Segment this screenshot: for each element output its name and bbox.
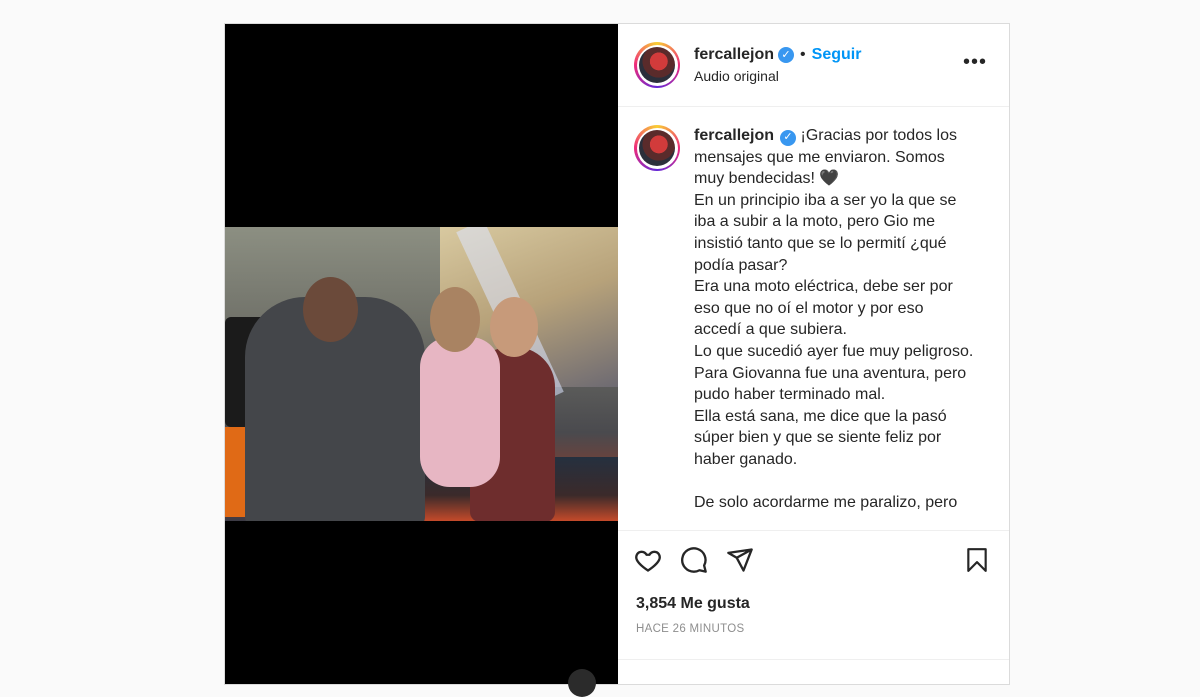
caption-line: En un principio iba a ser yo la que se i… — [694, 191, 957, 274]
post-sidebar: fercallejon ✓ • Seguir Audio original ••… — [618, 24, 1009, 684]
avatar-image — [639, 47, 675, 83]
avatar-image — [639, 130, 675, 166]
heart-icon — [635, 550, 661, 572]
caption-text: fercallejon ✓ ¡Gracias por todos los mens… — [694, 125, 974, 530]
post-header: fercallejon ✓ • Seguir Audio original ••… — [618, 24, 1009, 107]
share-button[interactable] — [726, 546, 754, 574]
bookmark-icon — [967, 548, 987, 572]
caption-line: De solo acordarme me paralizo, pero — [694, 494, 958, 512]
video-frame[interactable] — [225, 227, 618, 521]
caption-line: Lo que sucedió ayer fue muy peligroso. P… — [694, 342, 974, 404]
post-video[interactable] — [225, 24, 618, 697]
video-control[interactable] — [568, 669, 596, 697]
like-button[interactable] — [634, 546, 662, 574]
person-man-head — [303, 277, 358, 342]
verified-badge-icon: ✓ — [780, 129, 797, 146]
audio-link[interactable]: Audio original — [694, 68, 861, 84]
action-bar — [618, 531, 1009, 589]
instagram-post: fercallejon ✓ • Seguir Audio original ••… — [224, 23, 1010, 697]
person-girl-head — [430, 287, 480, 352]
caption-section: fercallejon ✓ ¡Gracias por todos los mens… — [618, 107, 1009, 531]
comment-icon — [681, 547, 707, 573]
share-icon — [727, 548, 753, 572]
caption-line: Era una moto eléctrica, debe ser por eso… — [694, 278, 953, 339]
post-timestamp[interactable]: HACE 26 MINUTOS — [618, 623, 1009, 635]
caption-avatar[interactable] — [634, 125, 680, 171]
likes-count[interactable]: 3,854 Me gusta — [618, 595, 1009, 613]
divider — [618, 659, 1009, 660]
caption-username[interactable]: fercallejon — [694, 127, 774, 144]
person-girl — [420, 337, 500, 487]
caption-line: Ella está sana, me dice que la pasó súpe… — [694, 407, 947, 468]
more-options-icon[interactable]: ••• — [963, 52, 987, 72]
verified-badge-icon: ✓ — [778, 47, 795, 63]
separator-dot: • — [800, 46, 806, 63]
avatar[interactable] — [634, 42, 680, 88]
save-button[interactable] — [963, 546, 991, 574]
follow-button[interactable]: Seguir — [812, 46, 862, 64]
comment-button[interactable] — [680, 546, 708, 574]
person-woman-head — [490, 297, 538, 357]
username-link[interactable]: fercallejon — [694, 46, 774, 64]
caption-line — [694, 471, 974, 493]
